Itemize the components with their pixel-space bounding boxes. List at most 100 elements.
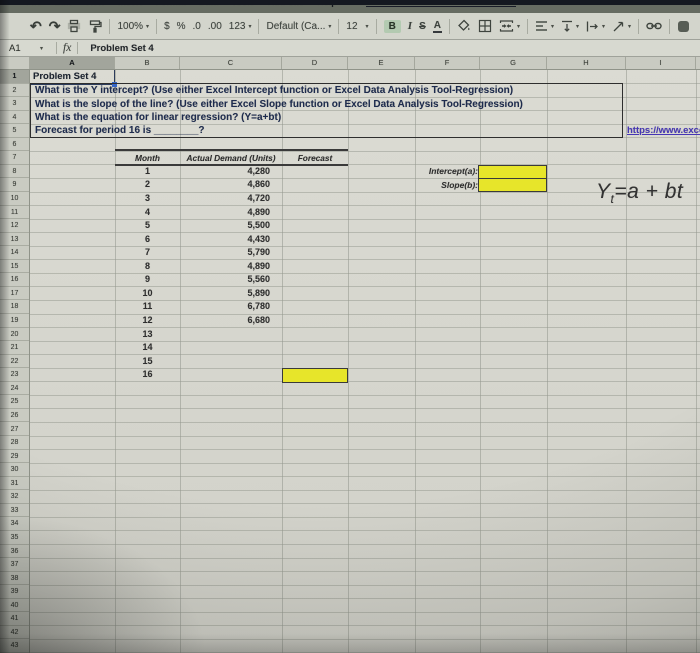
- month-cell-6[interactable]: 6: [115, 233, 180, 247]
- row-header-25[interactable]: 25: [0, 395, 29, 409]
- month-cell-8[interactable]: 8: [115, 260, 180, 274]
- text-color-button[interactable]: A: [432, 20, 442, 33]
- question-line[interactable]: What is the Y intercept? (Use either Exc…: [31, 84, 622, 97]
- demand-cell-10[interactable]: 5,890: [180, 287, 270, 301]
- demand-cell-7[interactable]: 5,790: [180, 246, 270, 260]
- question-line[interactable]: What is the slope of the line? (Use eith…: [31, 98, 622, 111]
- column-header-b[interactable]: B: [115, 56, 180, 69]
- row-header-18[interactable]: 18: [0, 300, 29, 315]
- row-header-20[interactable]: 20: [0, 328, 29, 342]
- row-header-2[interactable]: 2: [0, 84, 29, 98]
- italic-button[interactable]: I: [408, 20, 412, 32]
- demand-cell-11[interactable]: 6,780: [180, 300, 270, 314]
- month-cell-11[interactable]: 11: [115, 300, 180, 314]
- redo-button[interactable]: ↷: [49, 18, 61, 35]
- row-header-30[interactable]: 30: [0, 463, 29, 477]
- font-select[interactable]: Default (Ca... ▾: [266, 21, 331, 32]
- insert-link-icon[interactable]: [646, 20, 662, 32]
- forecast-answer-cell[interactable]: [282, 368, 348, 383]
- borders-icon[interactable]: [478, 19, 492, 33]
- demand-cell-2[interactable]: 4,860: [180, 178, 270, 192]
- month-cell-9[interactable]: 9: [115, 273, 180, 287]
- demand-cell-5[interactable]: 5,500: [180, 219, 270, 233]
- row-header-42[interactable]: 42: [0, 626, 29, 640]
- format-percent-button[interactable]: %: [177, 21, 186, 32]
- column-header-e[interactable]: E: [348, 56, 415, 69]
- intercept-input-cell[interactable]: [479, 166, 546, 178]
- column-header-h[interactable]: H: [547, 56, 626, 69]
- question-line[interactable]: Forecast for period 16 is ________?: [31, 124, 622, 137]
- more-number-formats-button[interactable]: 123 ▾: [229, 21, 252, 32]
- row-header-23[interactable]: 23: [0, 368, 29, 382]
- print-icon[interactable]: [67, 19, 81, 33]
- row-header-37[interactable]: 37: [0, 558, 29, 572]
- month-cell-10[interactable]: 10: [115, 287, 180, 301]
- row-header-43[interactable]: 43: [0, 639, 29, 653]
- row-header-3[interactable]: 3: [0, 97, 29, 111]
- slope-input-cell[interactable]: [479, 177, 546, 191]
- demand-cell-6[interactable]: 4,430: [180, 233, 270, 247]
- format-currency-button[interactable]: $: [164, 21, 170, 32]
- table-header-demand[interactable]: Actual Demand (Units): [180, 152, 282, 165]
- month-cell-12[interactable]: 12: [115, 314, 180, 328]
- row-header-36[interactable]: 36: [0, 545, 29, 559]
- row-header-6[interactable]: 6: [0, 138, 29, 152]
- column-header-d[interactable]: D: [282, 56, 348, 69]
- intercept-label[interactable]: Intercept(a):: [398, 165, 478, 179]
- demand-cell-3[interactable]: 4,720: [180, 192, 270, 206]
- decrease-decimal-button[interactable]: .0: [193, 21, 201, 32]
- row-header-22[interactable]: 22: [0, 355, 29, 369]
- undo-button[interactable]: ↶: [30, 18, 42, 35]
- row-header-34[interactable]: 34: [0, 517, 29, 531]
- horizontal-align-icon[interactable]: ▾: [535, 20, 554, 32]
- row-header-35[interactable]: 35: [0, 531, 29, 545]
- cell-reference-box[interactable]: A1: [0, 43, 37, 54]
- demand-cell-12[interactable]: 6,680: [180, 314, 270, 328]
- row-header-32[interactable]: 32: [0, 490, 29, 504]
- row-header-24[interactable]: 24: [0, 382, 29, 396]
- increase-decimal-button[interactable]: .00: [208, 21, 222, 32]
- row-header-29[interactable]: 29: [0, 450, 29, 464]
- month-cell-4[interactable]: 4: [115, 206, 180, 220]
- vertical-align-icon[interactable]: ▾: [561, 20, 579, 33]
- row-header-5[interactable]: 5: [0, 124, 29, 138]
- row-header-19[interactable]: 19: [0, 314, 29, 328]
- month-cell-15[interactable]: 15: [115, 355, 180, 369]
- month-cell-3[interactable]: 3: [115, 192, 180, 206]
- strikethrough-button[interactable]: S: [419, 21, 426, 32]
- table-header-month[interactable]: Month: [115, 152, 180, 165]
- row-header-13[interactable]: 13: [0, 233, 29, 247]
- column-header-a[interactable]: A: [30, 56, 115, 69]
- zoom-select[interactable]: 100% ▾: [117, 21, 149, 32]
- month-cell-5[interactable]: 5: [115, 219, 180, 233]
- demand-cell-8[interactable]: 4,890: [180, 260, 270, 274]
- fill-color-icon[interactable]: [457, 19, 471, 33]
- row-header-8[interactable]: 8: [0, 165, 29, 179]
- caret-icon[interactable]: ▾: [40, 45, 43, 52]
- row-header-11[interactable]: 11: [0, 206, 29, 220]
- row-header-15[interactable]: 15: [0, 260, 29, 274]
- month-cell-7[interactable]: 7: [115, 246, 180, 260]
- row-header-16[interactable]: 16: [0, 273, 29, 287]
- column-header-i[interactable]: I: [626, 56, 696, 69]
- select-all-corner[interactable]: [0, 56, 30, 69]
- row-header-9[interactable]: 9: [0, 178, 29, 192]
- row-header-31[interactable]: 31: [0, 477, 29, 491]
- row-header-4[interactable]: 4: [0, 111, 29, 125]
- row-header-41[interactable]: 41: [0, 612, 29, 626]
- row-header-21[interactable]: 21: [0, 341, 29, 355]
- row-header-12[interactable]: 12: [0, 219, 29, 233]
- row-header-27[interactable]: 27: [0, 423, 29, 437]
- column-header-g[interactable]: G: [480, 56, 547, 69]
- row-header-26[interactable]: 26: [0, 409, 29, 423]
- text-rotation-icon[interactable]: ▾: [612, 20, 631, 33]
- paint-format-icon[interactable]: [88, 19, 103, 33]
- demand-cell-1[interactable]: 4,280: [180, 165, 270, 179]
- row-header-28[interactable]: 28: [0, 436, 29, 450]
- merge-cells-icon[interactable]: ▾: [499, 19, 520, 33]
- row-header-33[interactable]: 33: [0, 504, 29, 518]
- column-header-c[interactable]: C: [180, 56, 282, 69]
- bold-button[interactable]: B: [383, 19, 401, 33]
- row-header-10[interactable]: 10: [0, 192, 29, 206]
- formula-input[interactable]: Problem Set 4: [90, 43, 153, 54]
